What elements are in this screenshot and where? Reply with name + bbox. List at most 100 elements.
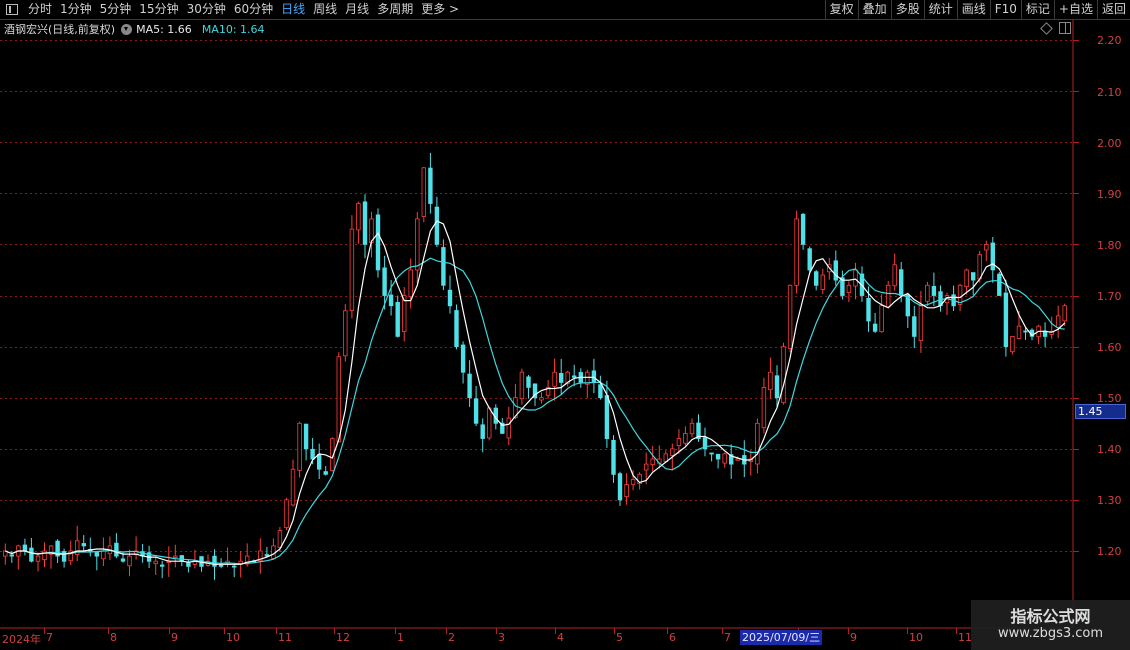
candle-body: [284, 499, 289, 528]
candle-body: [231, 565, 237, 568]
candle-body: [408, 269, 413, 298]
candle-body: [467, 373, 472, 399]
candle-body: [362, 201, 368, 245]
time-label: 8: [110, 631, 117, 644]
restore-rights-button[interactable]: 复权: [824, 0, 858, 19]
candle-body: [519, 371, 525, 400]
candle-body: [186, 562, 191, 567]
price-tick: 2.20: [1097, 34, 1122, 47]
candle-body: [984, 243, 989, 251]
overlay-button[interactable]: 叠加: [857, 0, 891, 19]
candle-body: [768, 371, 773, 391]
candle-body: [434, 206, 440, 245]
candle-body: [761, 387, 767, 429]
window-toggle-icon[interactable]: [6, 4, 18, 15]
time-label: 2024年: [2, 633, 41, 646]
candle-body: [1062, 305, 1067, 322]
tab-period-more[interactable]: 更多 >: [417, 0, 463, 19]
draw-line-button[interactable]: 画线: [956, 0, 990, 19]
candle-body: [486, 407, 492, 439]
add-watchlist-button[interactable]: +自选: [1053, 0, 1097, 19]
candle-body: [539, 397, 544, 401]
candle-body: [918, 305, 924, 342]
tab-period-30min[interactable]: 30分钟: [183, 0, 230, 19]
price-tick: 1.40: [1097, 443, 1122, 456]
panel-toggle-icon[interactable]: [1059, 22, 1071, 34]
candle-body: [310, 448, 315, 460]
candle-body: [807, 248, 812, 271]
candle-body: [833, 260, 838, 281]
candle-body: [127, 555, 132, 567]
mark-button[interactable]: 标记: [1020, 0, 1054, 19]
candle-body: [781, 346, 786, 404]
back-button[interactable]: 返回: [1096, 0, 1130, 19]
tab-period-60min[interactable]: 60分钟: [230, 0, 277, 19]
candle-body: [1023, 330, 1028, 333]
candle-body: [814, 271, 819, 286]
tab-period-daily[interactable]: 日线: [277, 0, 309, 19]
candle-body: [912, 316, 917, 337]
candle-body: [755, 422, 760, 465]
grid-lines: [0, 40, 1079, 552]
tab-period-weekly[interactable]: 周线: [309, 0, 341, 19]
tab-period-15min[interactable]: 15分钟: [135, 0, 182, 19]
candle-body: [81, 543, 86, 547]
price-tick: 1.20: [1097, 545, 1122, 558]
candle-body: [277, 530, 283, 548]
candle-body: [375, 214, 381, 271]
candle-body: [395, 301, 400, 337]
candle-body: [598, 384, 603, 399]
candle-body: [173, 555, 178, 558]
ma-dropdown-icon[interactable]: [121, 23, 133, 35]
candle-body: [683, 433, 688, 444]
candle-body: [572, 375, 577, 378]
candle-body: [794, 218, 799, 286]
price-tick: 2.10: [1097, 86, 1122, 99]
tab-period-fenshi[interactable]: 分时: [24, 0, 56, 19]
candle-body: [1056, 315, 1061, 328]
candle-body: [866, 297, 871, 322]
candle-body: [650, 458, 655, 465]
candle-body: [428, 167, 433, 204]
current-price-marker: 1.45: [1075, 404, 1126, 419]
candle-body: [624, 484, 629, 498]
candle-body: [323, 471, 328, 475]
candle-body: [886, 284, 891, 308]
candle-body: [343, 310, 348, 357]
kline-chart[interactable]: [0, 0, 1130, 650]
candle-body: [22, 544, 28, 552]
multi-stock-button[interactable]: 多股: [890, 0, 924, 19]
f10-button[interactable]: F10: [989, 0, 1021, 19]
candle-body: [997, 273, 1002, 296]
candle-body: [715, 453, 721, 460]
tab-period-multi[interactable]: 多周期: [373, 0, 417, 19]
candle-body: [297, 422, 302, 471]
candle-body: [441, 247, 446, 286]
tab-period-1min[interactable]: 1分钟: [56, 0, 96, 19]
time-label: 11: [278, 631, 292, 644]
crosshair-date-tip: 2025/07/09/三: [740, 630, 823, 645]
statistics-button[interactable]: 统计: [923, 0, 957, 19]
candle-body: [382, 267, 387, 296]
time-label: 4: [557, 631, 564, 644]
candle-body: [617, 473, 623, 501]
candle-body: [480, 424, 485, 439]
candle-body: [872, 323, 878, 332]
candle-body: [846, 284, 852, 293]
candle-body: [447, 289, 453, 307]
candle-body: [415, 218, 420, 271]
diamond-icon[interactable]: [1040, 21, 1053, 35]
candle-body: [879, 305, 884, 333]
candle-body: [990, 242, 995, 271]
candle-body: [1016, 325, 1022, 339]
candle-body: [42, 550, 47, 561]
candle-body: [101, 550, 106, 560]
candle-body: [336, 356, 341, 443]
candle-body: [853, 269, 858, 287]
candle-body: [526, 376, 531, 388]
candle-body: [460, 344, 466, 373]
candle-body: [316, 454, 322, 470]
tab-period-monthly[interactable]: 月线: [341, 0, 373, 19]
candle-body: [735, 458, 740, 461]
tab-period-5min[interactable]: 5分钟: [96, 0, 136, 19]
